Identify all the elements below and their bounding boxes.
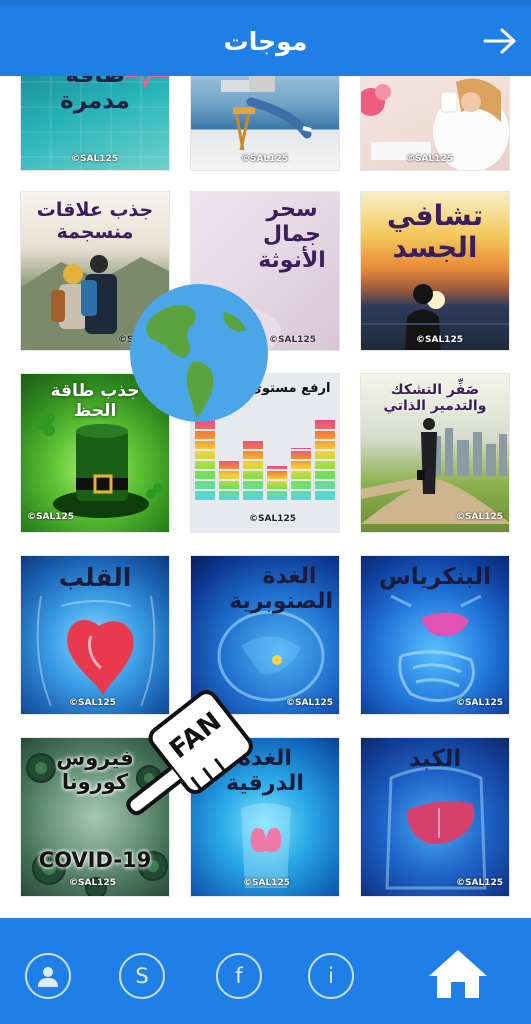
top-app-bar: موجات: [0, 6, 531, 76]
waves-grid: طاقة مدمرة ©SAL125 ©SAL125 ©SAL125: [0, 76, 531, 918]
tile-title: طاقة مدمرة: [60, 76, 130, 115]
info-i-label: i: [328, 964, 334, 988]
tile-copyright: ©SAL125: [27, 512, 74, 522]
tile-woman-coffee[interactable]: ©SAL125: [360, 76, 510, 171]
s-button[interactable]: S: [119, 953, 165, 999]
tile-title: سحر جمال الأنوثة: [258, 197, 326, 273]
profile-button[interactable]: [25, 953, 71, 999]
tile-title: تشافي الجسد: [386, 199, 484, 265]
s-label: S: [135, 964, 149, 988]
tile-subtitle: COVID-19: [38, 848, 152, 872]
tile-copyright: ©SAL125: [241, 154, 288, 164]
tile-title: الكبد: [408, 746, 462, 772]
tile-copyright: ©SAL125: [456, 698, 503, 708]
tile-title: صَفِّر التشكك والتدمير الذاتي: [383, 382, 487, 415]
tile-copyright: ©SAL125: [69, 698, 116, 708]
tile-copyright: ©SAL125: [286, 698, 333, 708]
profile-icon: [38, 967, 58, 987]
tile-copyright: ©SAL125: [416, 335, 463, 345]
back-arrow-button[interactable]: [483, 26, 517, 56]
tile-liver[interactable]: الكبد ©SAL125: [360, 737, 510, 897]
tile-pancreas[interactable]: البنكرياس ©SAL125: [360, 555, 510, 715]
tile-copyright: ©SAL125: [243, 878, 290, 888]
tile-sea-laptop[interactable]: ©SAL125: [190, 76, 340, 171]
tile-title: القلب: [58, 563, 132, 592]
tile-body-healing[interactable]: تشافي الجسد ©SAL125: [360, 191, 510, 351]
tile-title: الغدة الصنوبرية: [229, 564, 333, 615]
bottom-navigation: S f i: [0, 918, 531, 1024]
tile-copyright: ©SAL125: [71, 154, 118, 164]
tile-title: جذب علاقات منسجمة: [36, 199, 154, 243]
info-button[interactable]: i: [308, 953, 354, 999]
facebook-f-label: f: [235, 964, 243, 988]
globe-icon[interactable]: [128, 282, 270, 424]
arrow-right-icon: [483, 28, 516, 54]
tile-reset-doubt[interactable]: صَفِّر التشكك والتدمير الذاتي ©SAL125: [360, 373, 510, 533]
fan-pointing-hand-icon: FAN: [126, 690, 253, 816]
tile-destructive-energy[interactable]: طاقة مدمرة ©SAL125: [20, 76, 170, 171]
tile-copyright: ©SAL125: [456, 512, 503, 522]
home-icon[interactable]: [427, 948, 489, 1000]
page-title: موجات: [223, 26, 308, 56]
facebook-button[interactable]: f: [216, 953, 262, 999]
tile-copyright: ©SAL125: [269, 335, 316, 345]
tile-copyright: ©SAL125: [406, 154, 453, 164]
tile-title: البنكرياس: [379, 564, 491, 590]
tile-copyright: ©SAL125: [249, 514, 296, 524]
tile-copyright: ©SAL125: [69, 878, 116, 888]
tile-copyright: ©SAL125: [456, 878, 503, 888]
